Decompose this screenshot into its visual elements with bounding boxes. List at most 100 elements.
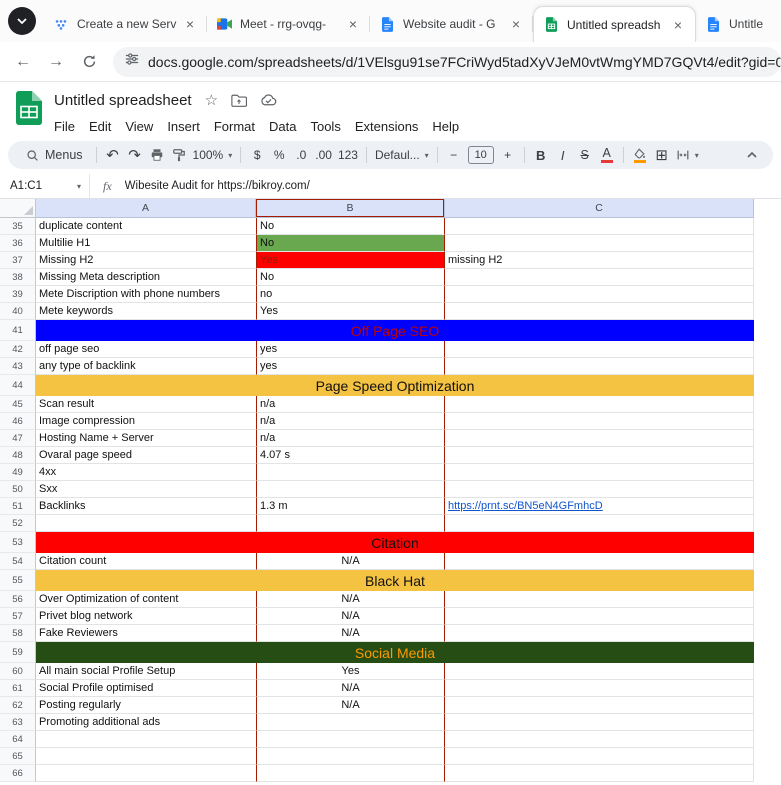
row-header-48[interactable]: 48 [0, 447, 36, 464]
cell-B42[interactable]: yes [256, 341, 445, 358]
cell-B47[interactable]: n/a [256, 430, 445, 447]
cell-A48[interactable]: Ovaral page speed [36, 447, 256, 464]
row-header-39[interactable]: 39 [0, 286, 36, 303]
cell-B36[interactable]: No [256, 235, 445, 252]
cell-B63[interactable] [256, 714, 445, 731]
strikethrough-button[interactable]: S [574, 143, 596, 167]
cell-C58[interactable] [445, 625, 754, 642]
decrease-decimal-button[interactable]: .0 [290, 143, 312, 167]
text-color-button[interactable]: A [596, 143, 618, 167]
cell-C64[interactable] [445, 731, 754, 748]
cell-B51[interactable]: 1.3 m [256, 498, 445, 515]
italic-button[interactable]: I [552, 143, 574, 167]
cell-C45[interactable] [445, 396, 754, 413]
merged-cell-44[interactable]: Page Speed Optimization [36, 375, 754, 396]
back-button[interactable]: ← [10, 49, 36, 75]
row-header-35[interactable]: 35 [0, 218, 36, 235]
cell-B48[interactable]: 4.07 s [256, 447, 445, 464]
cell-C47[interactable] [445, 430, 754, 447]
menu-tools[interactable]: Tools [303, 117, 347, 136]
cell-C62[interactable] [445, 697, 754, 714]
browser-tab[interactable]: Untitle× [696, 6, 781, 42]
cell-A61[interactable]: Social Profile optimised [36, 680, 256, 697]
tab-search-button[interactable] [8, 7, 36, 35]
menu-file[interactable]: File [47, 117, 82, 136]
cell-A57[interactable]: Privet blog network [36, 608, 256, 625]
row-header-44[interactable]: 44 [0, 375, 36, 396]
cell-B60[interactable]: Yes [256, 663, 445, 680]
cell-C36[interactable] [445, 235, 754, 252]
cell-B64[interactable] [256, 731, 445, 748]
sheets-logo-icon[interactable] [16, 86, 42, 136]
menu-help[interactable]: Help [425, 117, 466, 136]
menu-format[interactable]: Format [207, 117, 262, 136]
select-all-corner[interactable] [0, 199, 36, 218]
document-title[interactable]: Untitled spreadsheet [54, 92, 192, 109]
cell-B49[interactable] [256, 464, 445, 481]
paint-format-button[interactable] [168, 143, 190, 167]
reload-button[interactable] [76, 49, 102, 75]
cell-C46[interactable] [445, 413, 754, 430]
tab-close-icon[interactable]: × [182, 16, 198, 32]
row-header-56[interactable]: 56 [0, 591, 36, 608]
row-header-65[interactable]: 65 [0, 748, 36, 765]
cell-B43[interactable]: yes [256, 358, 445, 375]
increase-font-size-button[interactable]: + [497, 143, 519, 167]
row-header-47[interactable]: 47 [0, 430, 36, 447]
row-header-45[interactable]: 45 [0, 396, 36, 413]
cell-C37[interactable]: missing H2 [445, 252, 754, 269]
browser-tab[interactable]: Untitled spreadsh× [533, 6, 696, 42]
row-header-55[interactable]: 55 [0, 570, 36, 591]
cell-A50[interactable]: Sxx [36, 481, 256, 498]
cell-B38[interactable]: No [256, 269, 445, 286]
font-family-select[interactable]: Defaul... ▾ [372, 143, 432, 167]
menu-extensions[interactable]: Extensions [348, 117, 426, 136]
cell-A45[interactable]: Scan result [36, 396, 256, 413]
cell-C60[interactable] [445, 663, 754, 680]
tab-close-icon[interactable]: × [508, 16, 524, 32]
menu-data[interactable]: Data [262, 117, 303, 136]
cell-B62[interactable]: N/A [256, 697, 445, 714]
row-header-60[interactable]: 60 [0, 663, 36, 680]
redo-button[interactable]: ↷ [124, 143, 146, 167]
cell-B46[interactable]: n/a [256, 413, 445, 430]
row-header-58[interactable]: 58 [0, 625, 36, 642]
bold-button[interactable]: B [530, 143, 552, 167]
cell-B52[interactable] [256, 515, 445, 532]
cell-A42[interactable]: off page seo [36, 341, 256, 358]
row-header-41[interactable]: 41 [0, 320, 36, 341]
browser-tab[interactable]: Website audit - G× [370, 6, 533, 42]
menu-view[interactable]: View [118, 117, 160, 136]
url-bar[interactable]: docs.google.com/spreadsheets/d/1VElsgu91… [113, 47, 781, 77]
row-header-40[interactable]: 40 [0, 303, 36, 320]
row-header-38[interactable]: 38 [0, 269, 36, 286]
cell-B54[interactable]: N/A [256, 553, 445, 570]
cell-A64[interactable] [36, 731, 256, 748]
cell-A49[interactable]: 4xx [36, 464, 256, 481]
cell-B66[interactable] [256, 765, 445, 782]
tab-close-icon[interactable]: × [345, 16, 361, 32]
star-icon[interactable]: ☆ [205, 93, 218, 108]
cell-C38[interactable] [445, 269, 754, 286]
row-header-37[interactable]: 37 [0, 252, 36, 269]
cell-A39[interactable]: Mete Discription with phone numbers [36, 286, 256, 303]
row-header-57[interactable]: 57 [0, 608, 36, 625]
cell-A63[interactable]: Promoting additional ads [36, 714, 256, 731]
row-header-50[interactable]: 50 [0, 481, 36, 498]
name-box[interactable]: A1:C1 ▾ [10, 174, 90, 198]
cell-A40[interactable]: Mete keywords [36, 303, 256, 320]
print-button[interactable] [146, 143, 168, 167]
cell-A46[interactable]: Image compression [36, 413, 256, 430]
menu-insert[interactable]: Insert [160, 117, 207, 136]
borders-button[interactable]: ⊞ [651, 143, 673, 167]
row-header-62[interactable]: 62 [0, 697, 36, 714]
row-header-52[interactable]: 52 [0, 515, 36, 532]
browser-tab[interactable]: Meet - rrg-ovqg-× [207, 6, 370, 42]
font-size-input[interactable]: 10 [468, 146, 494, 164]
undo-button[interactable]: ↶ [102, 143, 124, 167]
formula-input[interactable]: Wibesite Audit for https://bikroy.com/ [125, 180, 310, 192]
row-header-54[interactable]: 54 [0, 553, 36, 570]
cell-C40[interactable] [445, 303, 754, 320]
row-header-43[interactable]: 43 [0, 358, 36, 375]
cell-C39[interactable] [445, 286, 754, 303]
